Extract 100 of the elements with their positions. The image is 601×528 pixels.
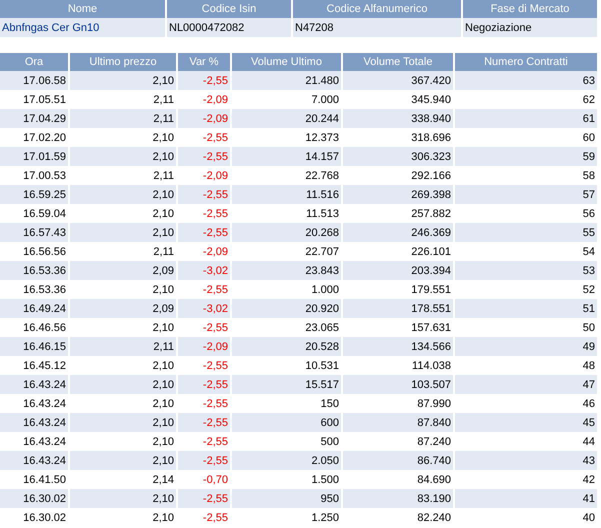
change-cell-text: -2,55	[202, 206, 229, 222]
total-volume-cell-text: 114.038	[411, 358, 452, 374]
column-header: Fase di Mercato	[463, 0, 597, 18]
change-cell: -2,55	[178, 375, 230, 394]
total-volume-cell: 86.740	[343, 451, 453, 470]
change-cell-text: -2,55	[202, 510, 229, 526]
change-cell-text: -2,55	[202, 282, 229, 298]
volume-cell-text: 22.768	[304, 168, 340, 184]
total-volume-cell-text: 84.690	[416, 472, 452, 488]
time-cell-text: 16.45.12	[22, 358, 67, 374]
time-cell: 16.43.24	[0, 451, 68, 470]
total-volume-cell: 269.398	[343, 185, 453, 204]
contracts-cell-text: 54	[582, 244, 596, 260]
volume-cell: 21.480	[232, 71, 341, 90]
contracts-cell: 63	[455, 71, 597, 90]
contracts-cell-text: 40	[582, 510, 596, 526]
contracts-cell-text: 42	[582, 472, 596, 488]
time-cell-text: 16.46.56	[22, 320, 67, 336]
total-volume-cell: 103.507	[343, 375, 453, 394]
change-cell: -2,09	[178, 337, 230, 356]
volume-cell: 11.516	[232, 185, 341, 204]
contracts-cell-text: 56	[582, 206, 596, 222]
total-volume-cell: 87.840	[343, 413, 453, 432]
time-cell-text: 16.41.50	[22, 472, 67, 488]
change-cell: -3,02	[178, 261, 230, 280]
time-cell-text: 16.59.04	[22, 206, 67, 222]
volume-cell: 20.528	[232, 337, 341, 356]
change-cell: -2,55	[178, 147, 230, 166]
price-cell-text: 2,10	[152, 320, 175, 336]
contracts-cell-text: 62	[582, 92, 596, 108]
time-cell: 16.30.02	[0, 489, 68, 508]
volume-cell-text: 23.065	[304, 320, 340, 336]
contracts-cell: 59	[455, 147, 597, 166]
volume-cell-text: 7.000	[310, 92, 340, 108]
total-volume-cell-text: 179.551	[410, 282, 452, 298]
column-header: Volume Totale	[343, 53, 453, 71]
price-cell-text: 2,10	[152, 510, 175, 526]
price-cell: 2,11	[70, 109, 176, 128]
price-cell: 2,10	[70, 71, 176, 90]
volume-cell: 20.244	[232, 109, 341, 128]
contracts-cell-text: 50	[582, 320, 596, 336]
contracts-cell-text: 48	[582, 358, 596, 374]
change-cell-text: -2,55	[202, 434, 229, 450]
contracts-cell-text: 46	[582, 396, 596, 412]
time-cell: 16.57.43	[0, 223, 68, 242]
time-cell-text: 16.53.36	[22, 282, 67, 298]
column-header: Volume Ultimo	[232, 53, 341, 71]
price-cell: 2,10	[70, 413, 176, 432]
column-header: Numero Contratti	[455, 53, 597, 71]
total-volume-cell-text: 257.882	[410, 206, 452, 222]
contracts-cell: 53	[455, 261, 597, 280]
change-cell-text: -2,09	[202, 244, 229, 260]
total-volume-cell: 203.394	[343, 261, 453, 280]
time-cell: 16.43.24	[0, 375, 68, 394]
volume-cell: 23.843	[232, 261, 341, 280]
change-cell-text: -2,09	[202, 92, 229, 108]
contracts-cell: 57	[455, 185, 597, 204]
change-cell: -2,55	[178, 71, 230, 90]
price-cell: 2,10	[70, 147, 176, 166]
contracts-cell: 41	[455, 489, 597, 508]
price-cell-text: 2,10	[152, 396, 175, 412]
price-cell: 2,09	[70, 299, 176, 318]
time-cell: 16.46.15	[0, 337, 68, 356]
change-cell: -2,55	[178, 489, 230, 508]
contracts-cell: 51	[455, 299, 597, 318]
price-cell-text: 2,10	[152, 434, 175, 450]
total-volume-cell: 134.566	[343, 337, 453, 356]
volume-cell: 600	[232, 413, 341, 432]
time-cell-text: 17.00.53	[22, 168, 67, 184]
contracts-cell: 55	[455, 223, 597, 242]
change-cell: -2,55	[178, 413, 230, 432]
volume-cell-text: 1.500	[310, 472, 340, 488]
change-cell-text: -2,09	[202, 168, 229, 184]
total-volume-cell: 246.369	[343, 223, 453, 242]
column-header: Codice Alfanumerico	[293, 0, 461, 18]
change-cell: -2,55	[178, 223, 230, 242]
total-volume-cell: 367.420	[343, 71, 453, 90]
total-volume-cell-text: 87.990	[416, 396, 452, 412]
price-cell-text: 2,10	[152, 206, 175, 222]
price-cell: 2,11	[70, 337, 176, 356]
total-volume-cell: 338.940	[343, 109, 453, 128]
price-cell: 2,10	[70, 489, 176, 508]
total-volume-cell-text: 82.240	[416, 510, 452, 526]
volume-cell-text: 150	[320, 396, 340, 412]
instrument-name-link[interactable]: Abnfngas Cer Gn10	[0, 18, 165, 37]
price-cell: 2,10	[70, 375, 176, 394]
total-volume-cell-text: 87.240	[416, 434, 452, 450]
change-cell-text: -2,55	[202, 396, 229, 412]
time-cell-text: 16.43.24	[22, 434, 67, 450]
change-cell: -2,55	[178, 451, 230, 470]
isin-code: NL0000472082	[167, 18, 291, 37]
contracts-cell: 49	[455, 337, 597, 356]
volume-cell-text: 1.000	[310, 282, 340, 298]
column-header: Nome	[0, 0, 165, 18]
volume-cell: 15.517	[232, 375, 341, 394]
contracts-cell-text: 58	[582, 168, 596, 184]
time-cell: 16.53.36	[0, 261, 68, 280]
price-cell-text: 2,11	[152, 92, 175, 108]
contracts-cell-text: 60	[582, 130, 596, 146]
price-cell-text: 2,10	[152, 358, 175, 374]
